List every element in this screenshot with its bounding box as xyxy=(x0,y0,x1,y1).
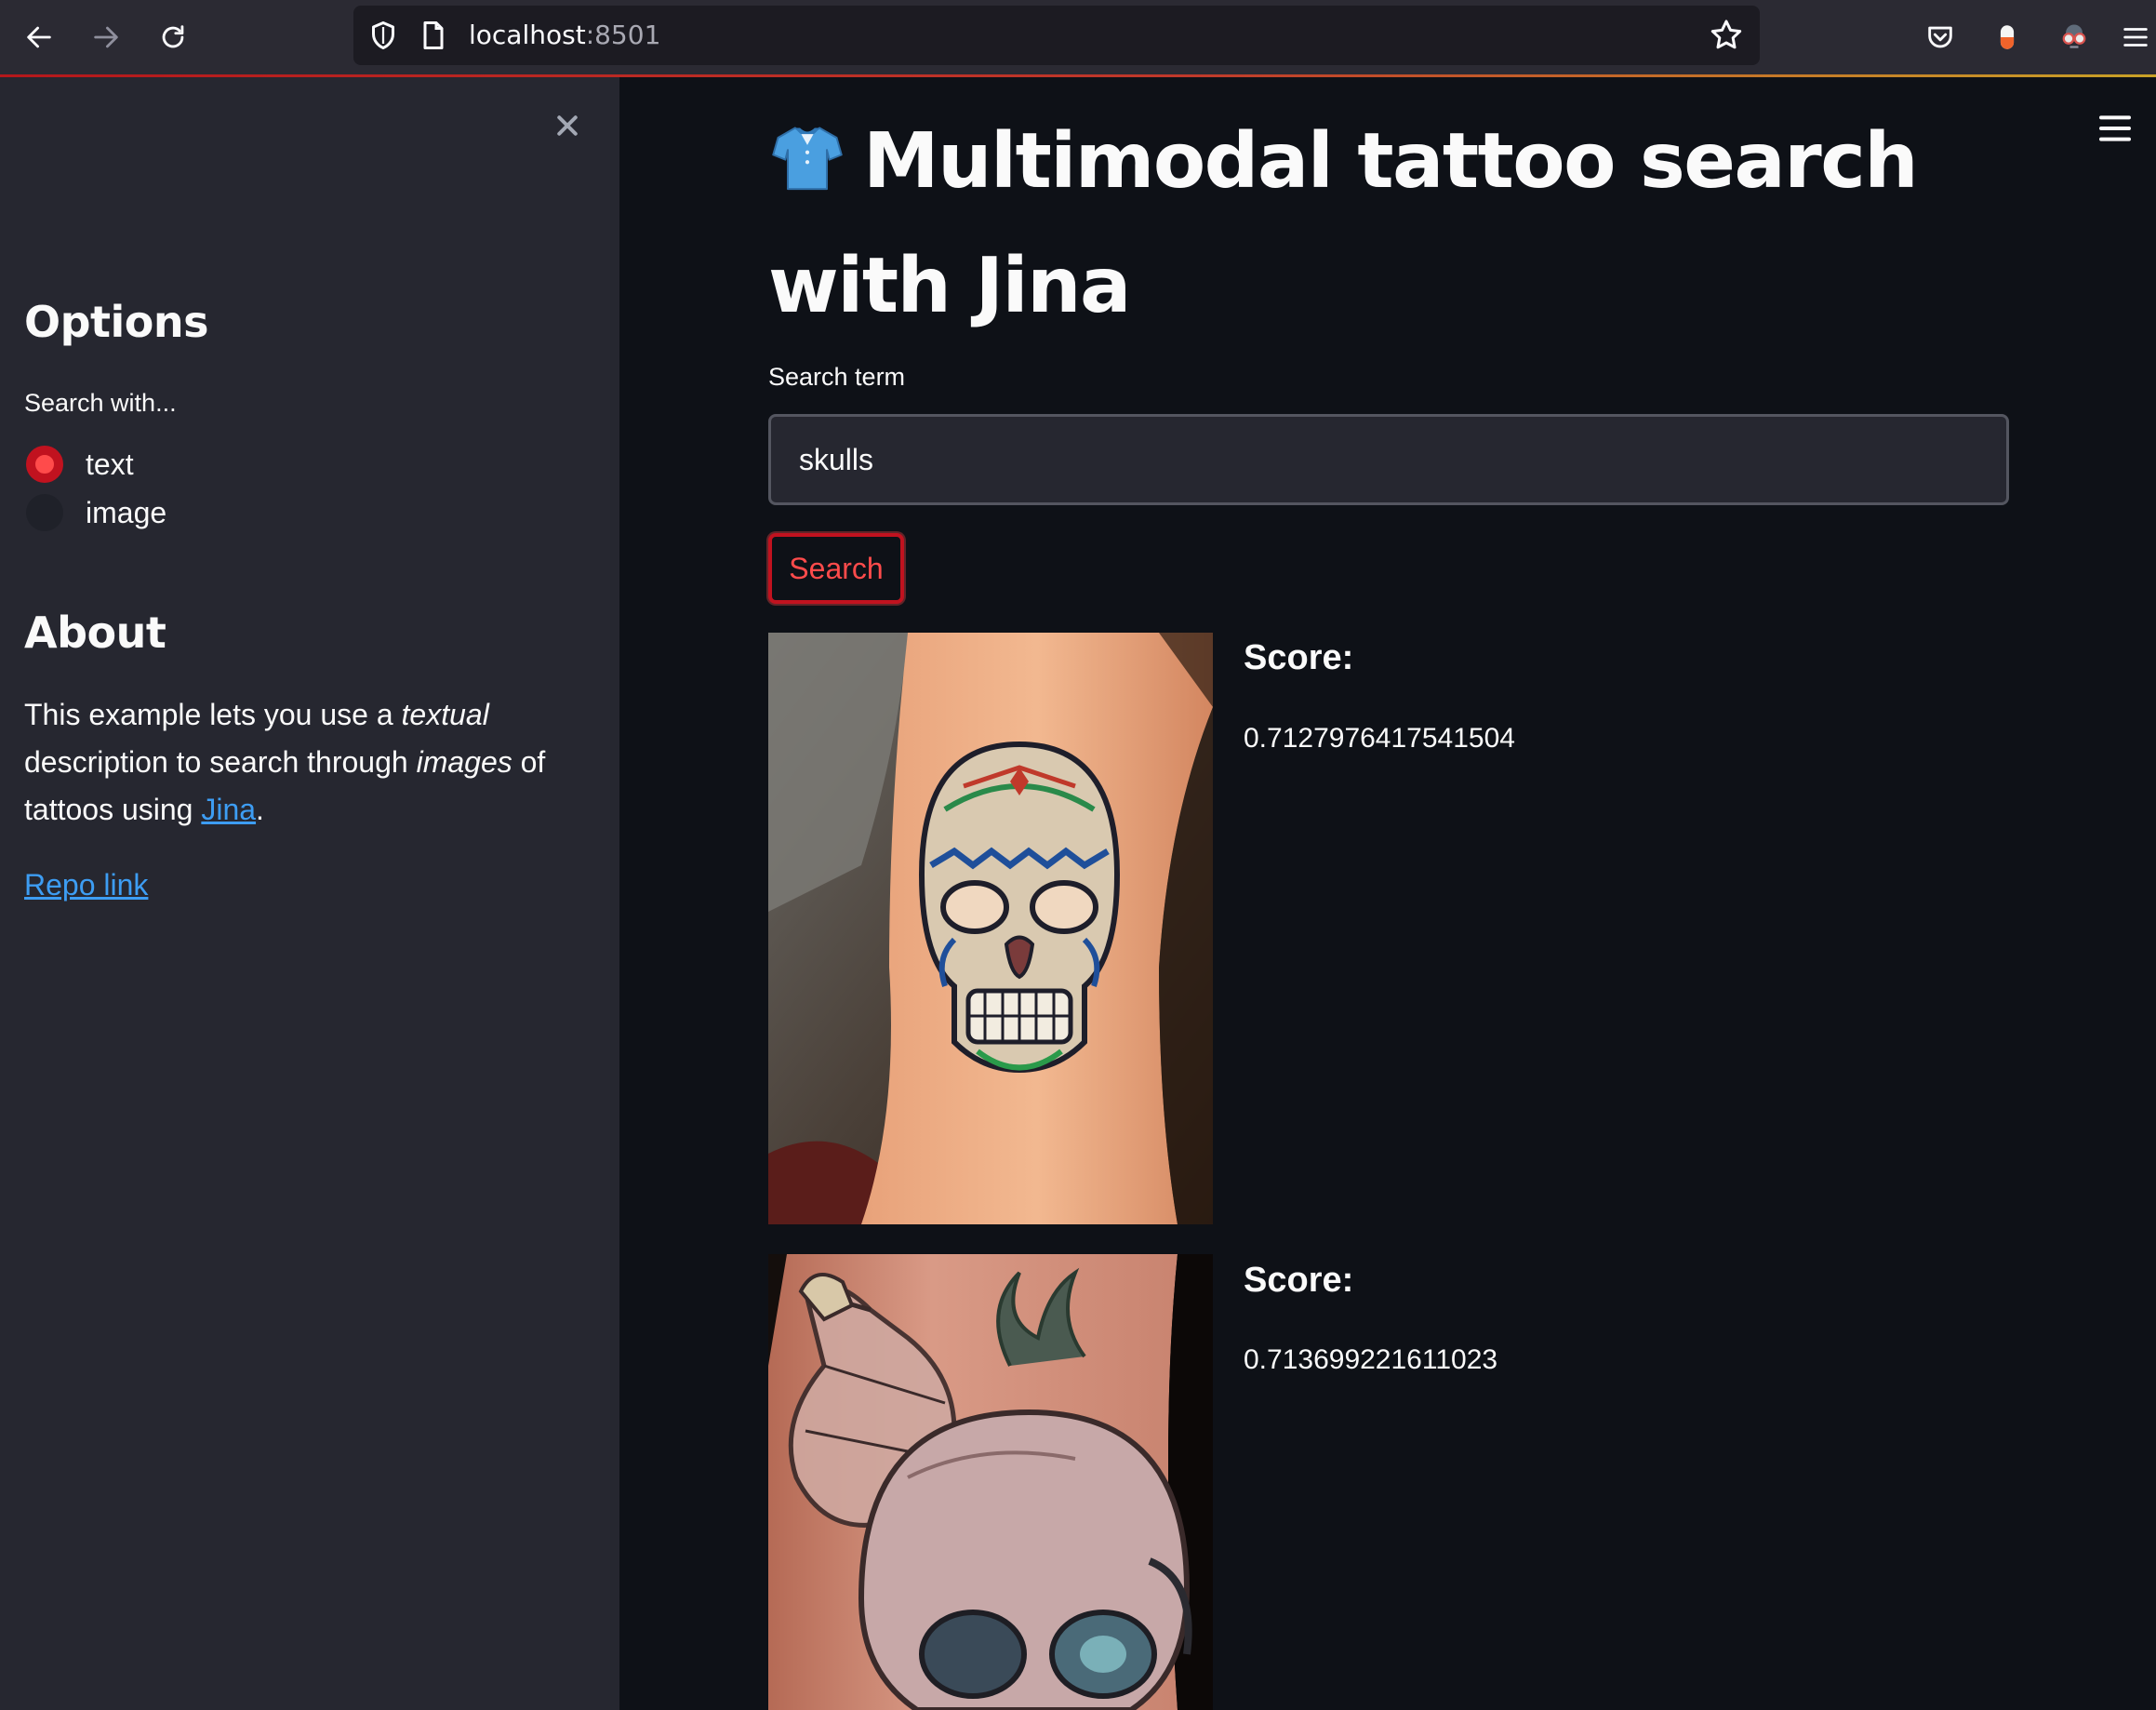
radio-option-label: text xyxy=(86,447,134,481)
score-label: Score: xyxy=(1244,1261,1354,1300)
reload-icon[interactable] xyxy=(153,17,193,58)
extension-capsule-icon[interactable] xyxy=(1987,17,2028,58)
radio-option-label: image xyxy=(86,495,167,529)
about-text-2: description to search through xyxy=(24,745,417,779)
search-button[interactable]: Search xyxy=(768,533,904,604)
about-emphasis-images: images xyxy=(416,745,512,779)
sidebar: Options Search with... text image About … xyxy=(0,77,619,1710)
score-value: 0.713699221611023 xyxy=(1244,1344,1498,1375)
search-term-label: Search term xyxy=(768,363,906,391)
page-title-text: Multimodal tattoo search with Jina xyxy=(768,117,1919,330)
about-text-4: . xyxy=(256,793,264,826)
url-host: localhost xyxy=(469,20,586,50)
search-with-label: Search with... xyxy=(24,389,177,417)
url-bar[interactable]: localhost:8501 xyxy=(353,6,1760,65)
shield-icon[interactable] xyxy=(366,19,400,52)
browser-toolbar: localhost:8501 xyxy=(0,0,2156,74)
about-text-1: This example lets you use a xyxy=(24,698,402,731)
back-arrow-icon[interactable] xyxy=(19,17,60,58)
shirt-icon xyxy=(768,114,846,229)
bookmark-star-icon[interactable] xyxy=(1708,17,1745,54)
radio-unselected-icon[interactable] xyxy=(26,494,63,531)
score-label: Score: xyxy=(1244,638,1354,677)
repo-link[interactable]: Repo link xyxy=(24,868,148,902)
result-image-sugar-skull xyxy=(768,633,1213,1224)
result-image-skull-bottle xyxy=(768,1254,1213,1710)
url-text[interactable]: localhost:8501 xyxy=(469,19,660,52)
pocket-icon[interactable] xyxy=(1920,17,1961,58)
about-heading: About xyxy=(24,608,166,658)
radio-option-image[interactable]: image xyxy=(26,494,166,531)
radio-option-text[interactable]: text xyxy=(26,446,134,483)
page-icon xyxy=(423,21,444,49)
url-port: :8501 xyxy=(585,20,661,50)
app-menu-icon[interactable] xyxy=(2096,110,2134,147)
about-description: This example lets you use a textual desc… xyxy=(24,691,582,834)
score-value: 0.7127976417541504 xyxy=(1244,723,1515,754)
search-input[interactable] xyxy=(768,414,2009,505)
forward-arrow-icon[interactable] xyxy=(86,17,126,58)
browser-menu-icon[interactable] xyxy=(2115,17,2156,58)
options-heading: Options xyxy=(24,297,209,347)
close-sidebar-icon[interactable] xyxy=(547,105,588,146)
page-title: Multimodal tattoo search with Jina xyxy=(768,104,2052,344)
radio-selected-icon[interactable] xyxy=(26,446,63,483)
jina-link[interactable]: Jina xyxy=(201,793,256,826)
about-emphasis-textual: textual xyxy=(401,698,489,731)
extension-glasses-icon[interactable] xyxy=(2054,17,2095,58)
